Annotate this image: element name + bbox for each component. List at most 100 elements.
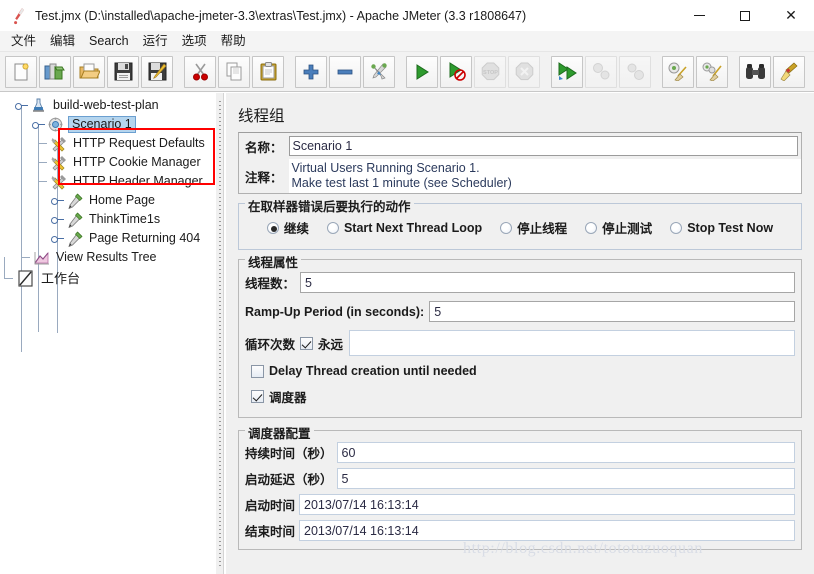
start-time-input[interactable]: 2013/07/14 16:13:14 bbox=[299, 494, 795, 515]
menu-edit[interactable]: 编辑 bbox=[43, 31, 82, 52]
scheduler-label: 调度器 bbox=[269, 391, 307, 405]
toolbar-group-tree bbox=[294, 55, 396, 88]
radio-button-icon[interactable] bbox=[670, 221, 683, 234]
tree-expand-handle[interactable] bbox=[51, 213, 64, 226]
tree-expand-handle[interactable] bbox=[15, 99, 28, 112]
menu-options[interactable]: 选项 bbox=[175, 31, 214, 52]
duration-input[interactable]: 60 bbox=[336, 442, 795, 463]
clear-all-button[interactable] bbox=[696, 55, 728, 88]
reset-search-button[interactable] bbox=[773, 55, 805, 88]
paste-button[interactable] bbox=[252, 55, 284, 88]
menu-help[interactable]: 帮助 bbox=[214, 31, 253, 52]
menu-search[interactable]: Search bbox=[82, 31, 136, 52]
rampup-input[interactable]: 5 bbox=[429, 301, 795, 322]
clear-button[interactable] bbox=[662, 55, 694, 88]
toolbar-group-search bbox=[738, 55, 806, 88]
expand-all-button[interactable] bbox=[295, 55, 327, 88]
collapse-all-button[interactable] bbox=[329, 55, 361, 88]
remote-shutdown-icon bbox=[627, 63, 644, 80]
window-controls: ✕ bbox=[676, 0, 814, 31]
open-button[interactable] bbox=[73, 55, 105, 88]
checkbox-icon[interactable] bbox=[251, 364, 264, 378]
checkbox-icon[interactable] bbox=[300, 336, 314, 350]
maximize-icon[interactable] bbox=[722, 0, 768, 31]
shutdown-button bbox=[508, 55, 540, 88]
remote-start-all-button[interactable] bbox=[551, 55, 583, 88]
tree-node-http-cookie-manager[interactable]: HTTP Cookie Manager bbox=[0, 153, 215, 172]
broom-icon bbox=[780, 62, 798, 81]
scheduler-checkbox-row[interactable]: 调度器 bbox=[251, 387, 795, 406]
radio-button-icon[interactable] bbox=[266, 221, 279, 234]
sampler-pen-icon bbox=[66, 230, 83, 247]
radio-stop-thread[interactable]: 停止线程 bbox=[500, 218, 567, 237]
on-sampler-error-radios: 继续 Start Next Thread Loop 停止线程 停止测试 Stop… bbox=[247, 214, 793, 241]
name-input[interactable]: Scenario 1 bbox=[288, 136, 798, 156]
start-button[interactable] bbox=[406, 55, 438, 88]
config-tools-icon bbox=[50, 154, 67, 171]
tree-node-label: Home Page bbox=[89, 193, 156, 207]
threads-label: 线程数： bbox=[245, 277, 296, 291]
tree-leaf-dash bbox=[38, 181, 47, 182]
radio-button-icon[interactable] bbox=[326, 221, 339, 234]
comments-line-2: Make test last 1 minute (see Scheduler) bbox=[291, 176, 512, 190]
radio-start-next-thread-loop[interactable]: Start Next Thread Loop bbox=[326, 221, 482, 235]
start-no-pauses-button[interactable] bbox=[440, 55, 472, 88]
window-title: Test.jmx (D:\installed\apache-jmeter-3.3… bbox=[35, 8, 527, 23]
radio-label: 停止线程 bbox=[517, 222, 568, 236]
tree-node-view-results-tree[interactable]: View Results Tree bbox=[0, 248, 215, 267]
tree-node-label: ThinkTime1s bbox=[89, 212, 161, 226]
minimize-icon[interactable] bbox=[676, 0, 722, 31]
menu-file[interactable]: 文件 bbox=[4, 31, 43, 52]
splitter-grip bbox=[219, 101, 221, 566]
close-icon[interactable]: ✕ bbox=[768, 0, 814, 31]
remote-stop-all-button bbox=[585, 55, 617, 88]
save-button[interactable] bbox=[107, 55, 139, 88]
radio-stop-test-now[interactable]: Stop Test Now bbox=[670, 221, 773, 235]
comments-textarea[interactable]: Virtual Users Running Scenario 1. Make t… bbox=[288, 159, 801, 193]
tree-expand-handle[interactable] bbox=[32, 118, 45, 131]
loop-count-input[interactable] bbox=[349, 330, 795, 356]
new-test-plan-button[interactable] bbox=[5, 55, 37, 88]
search-button[interactable] bbox=[739, 55, 771, 88]
toggle-button[interactable] bbox=[363, 55, 395, 88]
tree-node-scenario-1[interactable]: Scenario 1 bbox=[0, 115, 215, 134]
radio-stop-test[interactable]: 停止测试 bbox=[585, 218, 652, 237]
tree-expand-handle[interactable] bbox=[51, 232, 64, 245]
end-time-input[interactable]: 2013/07/14 16:13:14 bbox=[299, 520, 795, 541]
radio-button-icon[interactable] bbox=[500, 221, 513, 234]
radio-button-icon[interactable] bbox=[585, 221, 598, 234]
split-pane-divider[interactable] bbox=[215, 93, 224, 574]
delay-thread-creation-row[interactable]: Delay Thread creation until needed bbox=[251, 364, 795, 378]
startup-delay-input[interactable]: 5 bbox=[336, 468, 795, 489]
loop-forever-checkbox-row[interactable]: 永远 bbox=[300, 334, 343, 353]
copy-pages-icon bbox=[226, 62, 241, 81]
tree-node-http-request-defaults[interactable]: HTTP Request Defaults bbox=[0, 134, 215, 153]
sampler-pen-icon bbox=[66, 192, 83, 209]
copy-button[interactable] bbox=[218, 55, 250, 88]
name-comments-form: 名称： Scenario 1 注释： Virtual Users Running… bbox=[238, 132, 802, 194]
test-plan-tree-panel[interactable]: build-web-test-plan Scenario 1 HTTP Requ… bbox=[0, 93, 215, 574]
tree-node-workbench[interactable]: 工作台 bbox=[0, 257, 215, 289]
tree-node-home-page[interactable]: Home Page bbox=[0, 191, 215, 210]
sampler-pen-icon bbox=[66, 211, 83, 228]
tree-node-http-header-manager[interactable]: HTTP Header Manager bbox=[0, 172, 215, 191]
save-as-button[interactable] bbox=[141, 55, 173, 88]
results-chart-icon bbox=[33, 249, 50, 266]
delay-thread-creation-label: Delay Thread creation until needed bbox=[269, 364, 477, 378]
remote-stop-icon bbox=[592, 63, 609, 80]
comments-label: 注释： bbox=[245, 170, 283, 185]
checkbox-icon[interactable] bbox=[251, 390, 264, 403]
threads-input[interactable]: 5 bbox=[300, 272, 795, 293]
new-document-icon bbox=[14, 63, 29, 80]
radio-label: 继续 bbox=[283, 222, 309, 236]
tree-node-label: HTTP Cookie Manager bbox=[73, 155, 201, 169]
templates-button[interactable] bbox=[39, 55, 71, 88]
cut-button[interactable] bbox=[184, 55, 216, 88]
tree-expand-handle[interactable] bbox=[51, 194, 64, 207]
tree-node-build-web-test-plan[interactable]: build-web-test-plan bbox=[0, 96, 215, 115]
tree-node-thinktime1s[interactable]: ThinkTime1s bbox=[0, 210, 215, 229]
radio-continue[interactable]: 继续 bbox=[266, 218, 309, 237]
tree-node-page-returning-404[interactable]: Page Returning 404 bbox=[0, 229, 215, 248]
menu-run[interactable]: 运行 bbox=[136, 31, 175, 52]
play-no-pause-icon bbox=[449, 62, 466, 81]
